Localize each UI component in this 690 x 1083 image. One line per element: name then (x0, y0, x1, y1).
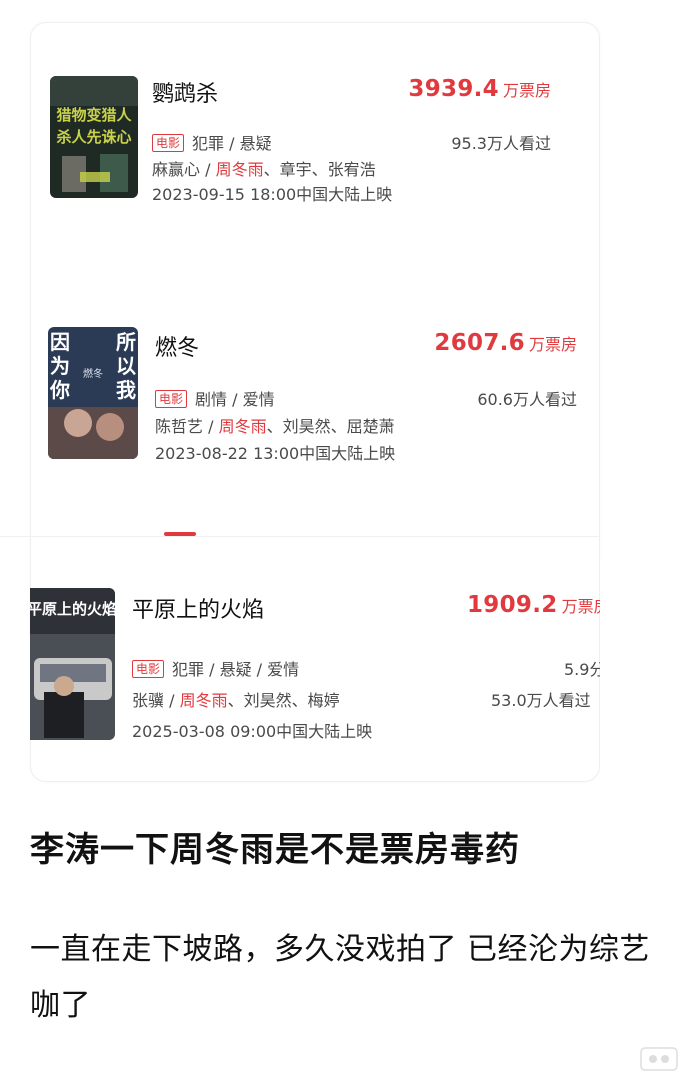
post-title: 李涛一下周冬雨是不是票房毒药 (30, 830, 520, 870)
box-office-value: 2607.6 (434, 330, 525, 356)
box-office-unit: 万票房 (528, 335, 577, 354)
release-date: 2025-03-08 09:00中国大陆上映 (132, 722, 373, 741)
type-tag: 电影 (152, 134, 185, 152)
poster-text: 平原上的火焰 (30, 600, 115, 618)
cast-rest: 、刘昊然、屈楚萧 (266, 417, 395, 436)
watched-count: 53.0万人看过 (491, 691, 591, 710)
box-office-value: 1909.2 (467, 592, 558, 618)
cast-line: 麻赢心 / 周冬雨、章宇、张宥浩 (152, 156, 376, 180)
poster-char: 所 (116, 330, 136, 354)
director: 陈哲艺 / (155, 417, 219, 436)
release-date: 2023-09-15 18:00中国大陆上映 (152, 185, 393, 204)
movie-title[interactable]: 平原上的火焰 (132, 592, 264, 624)
director: 麻赢心 / (152, 160, 216, 179)
highlight-actor: 周冬雨 (179, 691, 228, 710)
genre-line: 电影 犯罪 / 悬疑 (152, 130, 272, 154)
director: 张骥 / (132, 691, 180, 710)
movie-title[interactable]: 鹦鹉杀 (152, 76, 218, 108)
cast-line: 陈哲艺 / 周冬雨、刘昊然、屈楚萧 (155, 413, 395, 437)
movie-poster[interactable]: 猎物变猎人 杀人先诛心 (50, 76, 138, 198)
poster-char: 为 (50, 354, 70, 378)
genre-line: 电影 犯罪 / 悬疑 / 爱情 (132, 656, 299, 680)
type-tag: 电影 (132, 660, 165, 678)
divider (0, 536, 600, 537)
post-body: 一直在走下坡路，多久没戏拍了 已经沦为综艺咖了 (30, 932, 651, 1023)
poster-char: 因 (50, 330, 70, 354)
genre-line: 电影 剧情 / 爱情 (155, 386, 275, 410)
box-office: 2607.6 万票房 (434, 330, 577, 356)
highlight-actor: 周冬雨 (215, 160, 264, 179)
genres: 犯罪 / 悬疑 (192, 134, 272, 153)
release-date: 2023-08-22 13:00中国大陆上映 (155, 444, 396, 463)
cast-rest: 、刘昊然、梅婷 (227, 691, 340, 710)
genres: 犯罪 / 悬疑 / 爱情 (172, 660, 300, 679)
box-office: 1909.2 万票房 (467, 592, 610, 618)
poster-title: 燃冬 (83, 367, 103, 380)
watched-count: 60.6万人看过 (477, 390, 577, 409)
box-office: 3939.4 万票房 (408, 76, 551, 102)
tab-indicator (164, 532, 196, 536)
highlight-actor: 周冬雨 (218, 417, 267, 436)
movie-poster[interactable]: 平原上的火焰 (30, 588, 115, 740)
poster-char: 我 (116, 378, 136, 402)
genres: 剧情 / 爱情 (195, 390, 275, 409)
poster-char: 以 (116, 354, 136, 378)
movie-title[interactable]: 燃冬 (155, 330, 199, 362)
cast-line: 张骥 / 周冬雨、刘昊然、梅婷 (132, 687, 340, 711)
watched-count: 95.3万人看过 (451, 134, 551, 153)
watermark-logo (640, 1047, 678, 1071)
type-tag: 电影 (155, 390, 188, 408)
movie-poster[interactable]: 因 为 你 所 以 我 燃冬 (48, 327, 138, 459)
box-office-unit: 万票房 (502, 81, 551, 100)
cast-rest: 、章宇、张宥浩 (263, 160, 376, 179)
poster-text: 猎物变猎人 (56, 106, 132, 124)
box-office-value: 3939.4 (408, 76, 499, 102)
clip-overlay (600, 560, 690, 780)
poster-text: 杀人先诛心 (56, 128, 131, 146)
poster-char: 你 (49, 378, 70, 402)
